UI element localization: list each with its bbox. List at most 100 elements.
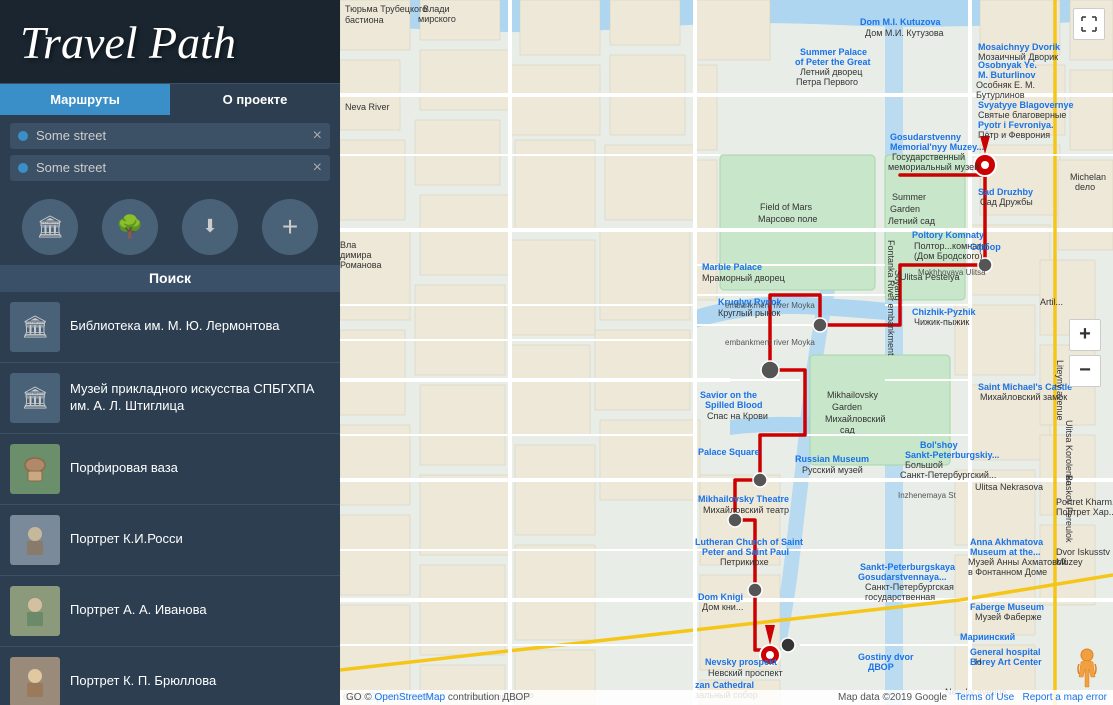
svg-text:Lutheran Church of Saint: Lutheran Church of Saint	[695, 537, 803, 547]
svg-text:of Peter the Great: of Peter the Great	[795, 57, 871, 67]
sidebar-header: Travel Path	[0, 0, 340, 84]
svg-text:Влади: Влади	[423, 4, 450, 14]
svg-text:Pyotr i Fevroniya.: Pyotr i Fevroniya.	[978, 120, 1054, 130]
svg-text:General hospital: General hospital	[970, 647, 1041, 657]
map-svg: .road { stroke: #fff; stroke-width: 2; f…	[340, 0, 1113, 705]
svg-text:Михайловский театр: Михайловский театр	[703, 505, 789, 515]
svg-text:Государственный: Государственный	[892, 152, 965, 162]
svg-text:Пётр и Феврония: Пётр и Феврония	[978, 130, 1050, 140]
svg-text:Dom Knigi: Dom Knigi	[698, 592, 743, 602]
svg-text:Sankt-Peterburgskiy...: Sankt-Peterburgskiy...	[905, 450, 999, 460]
svg-text:Summer Palace: Summer Palace	[800, 47, 867, 57]
list-item[interactable]: 🏛 Музей прикладного искусства СПБГХПА им…	[0, 363, 340, 434]
osm-link[interactable]: OpenStreetMap	[374, 692, 445, 703]
search-to-row: ×	[10, 155, 330, 181]
fullscreen-button[interactable]	[1073, 8, 1105, 40]
svg-text:Memorial'nyy Muzey...: Memorial'nyy Muzey...	[890, 142, 984, 152]
svg-text:Dom M.I. Kutuzova: Dom M.I. Kutuzova	[860, 17, 941, 27]
svg-text:Ulitsa Nekrasova: Ulitsa Nekrasova	[975, 482, 1043, 492]
svg-text:Mikhailovsky Theatre: Mikhailovsky Theatre	[698, 494, 789, 504]
pegman-control[interactable]	[1073, 647, 1101, 689]
result-thumb-4	[10, 515, 60, 565]
svg-text:Санкт-Петербургский...: Санкт-Петербургский...	[900, 470, 996, 480]
svg-text:Марсово поле: Марсово поле	[758, 214, 817, 224]
svg-text:государственная: государственная	[865, 592, 935, 602]
result-thumb-1: 🏛	[10, 302, 60, 352]
svg-text:Gosudarstvenny: Gosudarstvenny	[890, 132, 961, 142]
search-from-input[interactable]	[36, 128, 313, 143]
svg-text:embankment river Moyka: embankment river Moyka	[725, 301, 815, 310]
clear-to-button[interactable]: ×	[313, 160, 322, 176]
svg-text:Michelan: Michelan	[1070, 172, 1106, 182]
svg-text:Svyatyye Blagovernye: Svyatyye Blagovernye	[978, 100, 1074, 110]
museum-filter-button[interactable]: 🏛	[22, 199, 78, 255]
svg-text:Field of Mars: Field of Mars	[760, 202, 813, 212]
svg-text:Музей Анны Ахматовой: Музей Анны Ахматовой	[968, 557, 1067, 567]
svg-text:Russian Museum: Russian Museum	[795, 454, 869, 464]
app-title: Travel Path	[20, 18, 320, 69]
zoom-in-button[interactable]: +	[1069, 319, 1101, 351]
svg-text:Spilled Blood: Spilled Blood	[705, 400, 763, 410]
svg-text:димира: димира	[340, 250, 372, 260]
result-name-2: Музей прикладного искусства СПБГХПА им. …	[70, 381, 330, 415]
svg-text:Muzey: Muzey	[1056, 557, 1083, 567]
monument-filter-button[interactable]: ⬇	[182, 199, 238, 255]
svg-text:Nevsky prospekt: Nevsky prospekt	[705, 657, 777, 667]
result-name-3: Порфировая ваза	[70, 460, 178, 477]
svg-text:ДВОР: ДВОР	[868, 662, 894, 672]
svg-text:(Дом Бродского): (Дом Бродского)	[914, 251, 983, 261]
svg-text:Петра Первого: Петра Первого	[796, 77, 858, 87]
zoom-out-button[interactable]: −	[1069, 355, 1101, 387]
svg-text:Faberge Museum: Faberge Museum	[970, 602, 1044, 612]
search-to-input[interactable]	[36, 160, 313, 175]
svg-text:Музей Фаберже: Музей Фаберже	[975, 612, 1042, 622]
google-attribution: Map data ©2019 Google Terms of Use Repor…	[838, 692, 1107, 703]
svg-text:Garden: Garden	[890, 204, 920, 214]
svg-text:Mokhhovaya Ulitsa: Mokhhovaya Ulitsa	[918, 268, 986, 277]
svg-text:zan Cathedral: zan Cathedral	[695, 680, 754, 690]
svg-text:Mikhailovsky: Mikhailovsky	[827, 390, 879, 400]
list-item[interactable]: Портрет А. А. Иванова	[0, 576, 340, 647]
map-area[interactable]: .road { stroke: #fff; stroke-width: 2; f…	[340, 0, 1113, 705]
svg-text:в Фонтанном Доме: в Фонтанном Доме	[968, 567, 1047, 577]
result-thumb-2: 🏛	[10, 373, 60, 423]
list-item[interactable]: Портрет К.И.Росси	[0, 505, 340, 576]
tab-routes[interactable]: Маршруты	[0, 84, 170, 115]
svg-text:Большой: Большой	[905, 460, 943, 470]
report-link[interactable]: Report a map error	[1023, 692, 1107, 703]
svg-text:Savior on the: Savior on the	[700, 390, 757, 400]
search-fields: × ×	[0, 115, 340, 189]
search-section-label: Поиск	[0, 265, 340, 292]
list-item[interactable]: Портрет К. П. Брюллова	[0, 647, 340, 705]
svg-text:Михайловский: Михайловский	[825, 414, 886, 424]
svg-text:Мозаичный Дворик: Мозаичный Дворик	[978, 52, 1058, 62]
svg-text:Дом М.И. Кутузова: Дом М.И. Кутузова	[865, 28, 944, 38]
svg-text:Liteyny avenue: Liteyny avenue	[1055, 360, 1065, 421]
tab-about[interactable]: О проекте	[170, 84, 340, 115]
search-from-row: ×	[10, 123, 330, 149]
svg-text:Sankt-Peterburgskaya: Sankt-Peterburgskaya	[860, 562, 956, 572]
clear-from-button[interactable]: ×	[313, 128, 322, 144]
svg-text:embankment river Moyka: embankment river Moyka	[725, 338, 815, 347]
svg-text:Михайловский замок: Михайловский замок	[980, 392, 1067, 402]
svg-text:Святые благоверные: Святые благоверные	[978, 110, 1066, 120]
terms-link[interactable]: Terms of Use	[955, 692, 1014, 703]
to-dot	[18, 163, 28, 173]
list-item[interactable]: Порфировая ваза	[0, 434, 340, 505]
svg-text:сад: сад	[840, 425, 856, 435]
result-name-6: Портрет К. П. Брюллова	[70, 673, 216, 690]
sidebar: Travel Path Маршруты О проекте × × 🏛 🌳 ⬇…	[0, 0, 340, 705]
svg-text:Сфбор: Сфбор	[970, 242, 1001, 252]
svg-text:Мраморный дворец: Мраморный дворец	[702, 273, 785, 283]
svg-text:Bol'shoy: Bol'shoy	[920, 440, 958, 450]
svg-text:бастиона: бастиона	[345, 15, 384, 25]
result-name-1: Библиотека им. М. Ю. Лермонтова	[70, 318, 280, 335]
list-item[interactable]: 🏛 Библиотека им. М. Ю. Лермонтова	[0, 292, 340, 363]
svg-text:Романова: Романова	[340, 260, 381, 270]
nature-filter-button[interactable]: 🌳	[102, 199, 158, 255]
add-filter-button[interactable]: +	[262, 199, 318, 255]
result-name-5: Портрет А. А. Иванова	[70, 602, 207, 619]
svg-text:Soyang: Soyang	[893, 270, 903, 301]
svg-text:Бутурлинов: Бутурлинов	[976, 90, 1025, 100]
svg-text:M. Buturlinov: M. Buturlinov	[978, 70, 1036, 80]
